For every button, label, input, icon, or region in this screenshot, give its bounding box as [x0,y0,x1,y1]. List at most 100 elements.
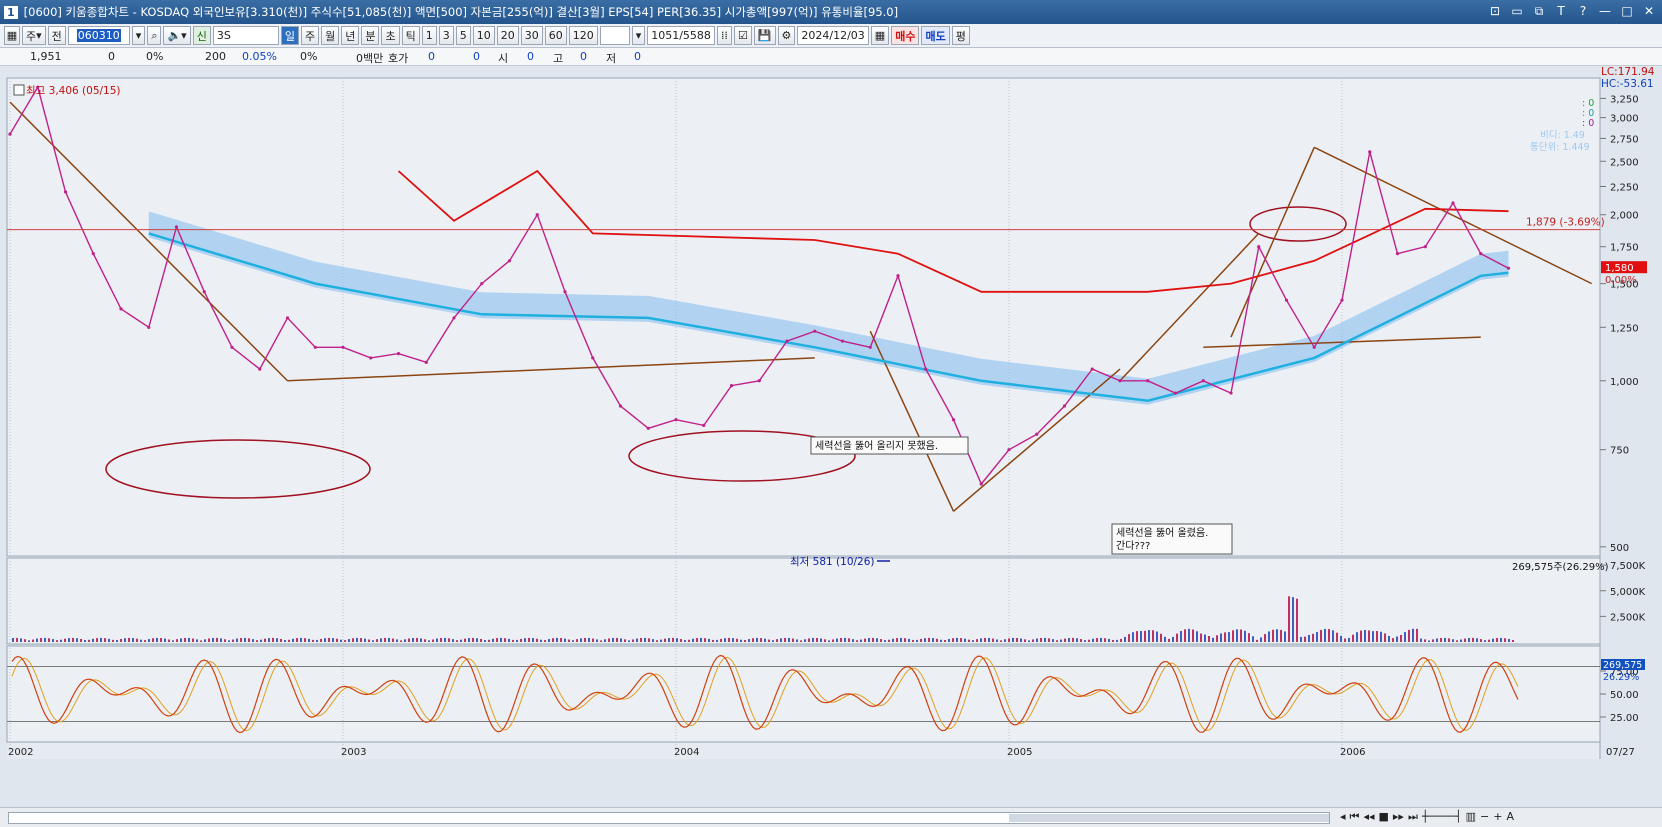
sell-button[interactable]: 매도 [921,26,950,45]
volume-bar [584,637,586,642]
volume-bar [916,639,918,642]
volume-bar [1068,638,1070,642]
stock-name-field[interactable]: 3S [212,26,279,45]
volume-bar [492,638,494,642]
window-option-icon[interactable]: ⊡ [1488,4,1502,18]
volume-bar [1256,639,1258,642]
volume-bar [80,638,82,642]
window-restore-icon[interactable]: ▭ [1510,4,1524,18]
high-annotation: 최고 3,406 (05/15) [26,85,121,97]
last-icon[interactable]: ⏭ [1408,810,1418,824]
interval-10[interactable]: 10 [472,26,495,45]
period-week[interactable]: 주 [300,26,320,45]
volume-bar [956,637,958,642]
price-point [785,339,789,343]
volume-bar [616,637,618,642]
interval-3[interactable]: 3 [438,26,454,45]
window-tile-icon[interactable]: ⧉ [1532,4,1546,18]
zoom-in-icon[interactable]: + [1493,810,1502,824]
volume-bar [52,639,54,642]
interval-5[interactable]: 5 [455,26,471,45]
chart-area[interactable]: 5007501,0001,2501,5001,7502,0002,2502,50… [0,66,1662,807]
period-month[interactable]: 월 [321,26,340,45]
price-point [1479,252,1483,256]
search-icon[interactable]: ⌕ [147,26,162,45]
speaker-icon[interactable]: 🔈▾ [163,26,191,45]
volume-bar [540,639,542,642]
volume-bar [88,639,90,642]
sin-badge[interactable]: 신 [192,26,211,45]
price-point [1423,245,1427,249]
interval-20[interactable]: 20 [496,26,519,45]
checkbox-icon[interactable]: ☑ [733,26,752,45]
price-point [285,316,290,320]
volume-bar [1188,628,1190,642]
zoom-out-icon[interactable]: − [1480,810,1489,824]
volume-bar [260,639,262,642]
volume-bar [168,639,170,642]
volume-bar [896,638,898,642]
help-icon[interactable]: ? [1576,4,1590,18]
text-icon[interactable]: T [1554,4,1568,18]
volume-bar [1196,631,1198,642]
period-second[interactable]: 초 [381,26,400,45]
step-left-icon[interactable]: ◂ [1340,810,1346,824]
scroll-thumb[interactable] [1009,814,1329,822]
buy-button[interactable]: 매수 [891,26,920,45]
pyeong-button[interactable]: 평 [951,26,970,45]
stock-code-input[interactable]: 060310 [67,26,130,45]
chart-icon[interactable]: ▥ [1466,810,1476,824]
close-icon[interactable]: ✕ [1642,4,1656,18]
interval-dropdown[interactable]: ▾ [631,26,646,45]
interval-1[interactable]: 1 [421,26,437,45]
price-point [507,259,512,263]
zoom-slider[interactable]: ┼────┤ [1422,810,1462,824]
x-tick-label: 2003 [341,747,366,758]
interval-60[interactable]: 60 [544,26,567,45]
gear-icon[interactable]: ⚙ [777,26,796,45]
custom-interval-input[interactable] [599,26,630,45]
period-year[interactable]: 년 [341,26,360,45]
volume-bar [560,638,562,642]
chart-type-menu[interactable]: ▦ [4,26,20,45]
grid-icon[interactable]: ⁞⁞ [716,26,732,45]
volume-bar [428,640,430,642]
volume-bar [1004,639,1006,642]
maximize-icon[interactable]: □ [1620,4,1634,18]
interval-30[interactable]: 30 [520,26,543,45]
horizontal-scrollbar[interactable] [8,812,1330,824]
volume-bar [1096,638,1098,642]
code-dropdown[interactable]: ▾ [131,26,146,45]
volume-bar [1200,633,1202,642]
volume-bar [788,638,790,642]
volume-bar [108,638,110,642]
volume-bar [1308,634,1310,642]
volume-bar [1352,634,1354,642]
next-icon[interactable]: ▸▸ [1393,810,1404,824]
price-point [1340,298,1344,302]
save-icon[interactable]: 💾 [753,26,776,45]
scope-select[interactable]: 전 [47,26,66,45]
volume-bar [60,639,62,642]
text-size-icon[interactable]: A [1506,810,1514,824]
period-minute[interactable]: 분 [361,26,380,45]
prev-icon[interactable]: ◂◂ [1363,810,1374,824]
volume-bar [1100,637,1102,642]
period-tick[interactable]: 틱 [401,26,420,45]
interval-120[interactable]: 120 [568,26,598,45]
first-icon[interactable]: ⏮ [1350,810,1360,824]
volume-bar [676,638,678,642]
minimize-icon[interactable]: — [1598,4,1612,18]
volume-bar [964,638,966,642]
data-count-field[interactable]: 1051/5588 [647,26,715,45]
volume-bar [940,639,942,642]
volume-bar [64,638,66,642]
calendar-icon[interactable]: ▦ [870,26,890,45]
stop-icon[interactable]: ■ [1378,810,1388,824]
date-field[interactable]: 2024/12/03 [797,26,869,45]
period-day[interactable]: 일 [280,26,299,45]
type-dropdown[interactable]: 주 ▾ [22,26,46,45]
quote-row: 1,951 0 0% 200 0.05% 0% 0백만 호가 0 0 시 0 고… [0,48,1662,66]
volume-bar [1048,638,1050,642]
volume-bar [1224,632,1226,642]
